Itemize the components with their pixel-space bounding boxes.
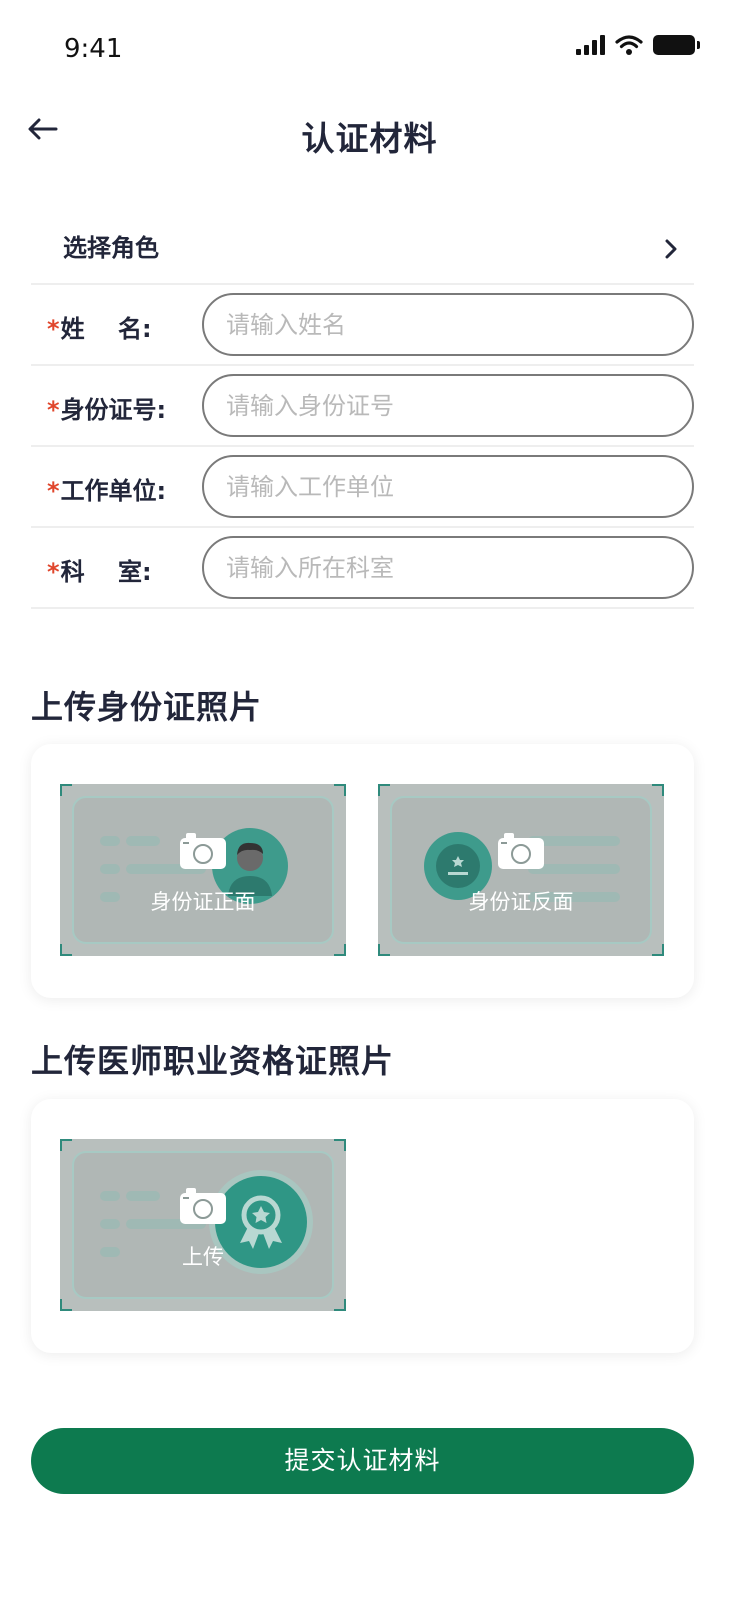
required-mark: * <box>47 558 60 586</box>
name-input[interactable] <box>202 293 694 356</box>
license-upload-label: 上传 <box>182 1245 224 1269</box>
name-field-label: *姓 名: <box>47 315 152 343</box>
auth-form: 选择角色 *姓 名: *身份证号: *工作单位: *科 室: <box>31 208 694 609</box>
id-number-field-label: *身份证号: <box>47 396 167 424</box>
camera-icon <box>180 1188 226 1224</box>
nav-bar: 认证材料 <box>0 100 739 170</box>
name-field-row: *姓 名: <box>31 285 694 366</box>
chevron-right-icon <box>665 239 677 259</box>
id-number-input[interactable] <box>202 374 694 437</box>
employer-field-row: *工作单位: <box>31 447 694 528</box>
submit-button[interactable]: 提交认证材料 <box>31 1428 694 1494</box>
select-role-row[interactable]: 选择角色 <box>31 208 694 285</box>
id-photo-card: 身份证正面 身份证反面 <box>31 744 694 998</box>
license-photo-section-title: 上传医师职业资格证照片 <box>31 1042 395 1080</box>
employer-field-label: *工作单位: <box>47 477 167 505</box>
status-icons <box>576 34 700 56</box>
required-mark: * <box>47 396 60 424</box>
id-number-field-row: *身份证号: <box>31 366 694 447</box>
id-back-label: 身份证反面 <box>468 890 574 914</box>
id-front-upload[interactable]: 身份证正面 <box>60 784 346 956</box>
department-field-row: *科 室: <box>31 528 694 609</box>
camera-icon <box>180 833 226 869</box>
status-time: 9:41 <box>64 34 123 64</box>
battery-icon <box>653 35 700 55</box>
license-upload[interactable]: 上传 <box>60 1139 346 1311</box>
id-back-upload[interactable]: 身份证反面 <box>378 784 664 956</box>
signal-icon <box>576 35 605 55</box>
camera-icon <box>498 833 544 869</box>
required-mark: * <box>47 477 60 505</box>
employer-input[interactable] <box>202 455 694 518</box>
required-mark: * <box>47 315 60 343</box>
department-field-label: *科 室: <box>47 558 152 586</box>
page-title: 认证材料 <box>301 119 438 158</box>
id-photo-section-title: 上传身份证照片 <box>31 688 263 726</box>
license-photo-card: 上传 <box>31 1099 694 1353</box>
wifi-icon <box>615 35 643 55</box>
status-bar: 9:41 <box>0 0 739 90</box>
department-input[interactable] <box>202 536 694 599</box>
select-role-label: 选择角色 <box>63 234 159 262</box>
id-front-label: 身份证正面 <box>150 890 256 914</box>
